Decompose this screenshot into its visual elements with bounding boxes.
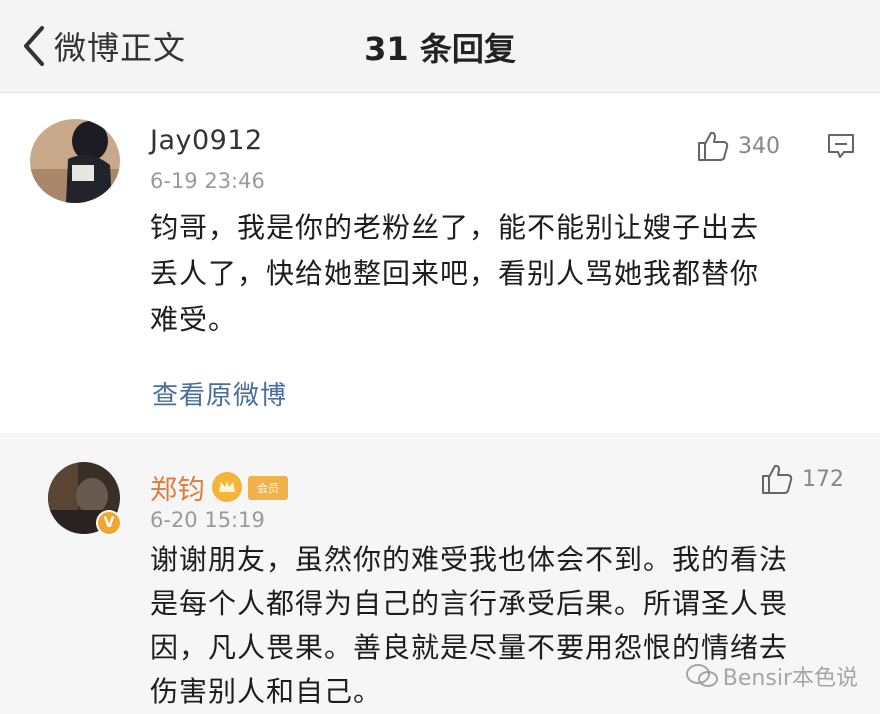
comment-text-line: 难受。 <box>150 303 238 336</box>
like-count: 340 <box>738 133 780 159</box>
top-nav-bar: 微博正文 31 条回复 <box>0 0 880 93</box>
comment-text: 钧哥，我是你的老粉丝了，能不能别让嫂子出去 丢人了，快给她整回来吧，看别人骂她我… <box>150 205 850 343</box>
watermark-text: Bensir本色说 <box>722 666 858 691</box>
comment-text-line: 钧哥，我是你的老粉丝了，能不能别让嫂子出去 <box>150 211 760 244</box>
view-original-link[interactable]: 查看原微博 <box>152 375 287 412</box>
avatar[interactable] <box>30 119 120 203</box>
vip-crown-badge <box>212 472 242 502</box>
crown-icon <box>219 481 235 492</box>
page-title: 31 条回复 <box>364 30 516 68</box>
comment-like-button[interactable]: 340 <box>696 129 780 163</box>
comment-text-line: 丢人了，快给她整回来吧，看别人骂她我都替你 <box>150 257 760 290</box>
thumbs-up-icon <box>762 464 793 494</box>
reply-like-button[interactable]: 172 <box>760 462 844 496</box>
avatar-image <box>30 119 120 203</box>
reply-text-line: 是每个人都得为自己的言行承受后果。所谓圣人畏 <box>150 587 789 620</box>
reply-timestamp: 6-20 15:19 <box>150 508 265 532</box>
like-count: 172 <box>802 466 844 492</box>
member-badge: 会员 <box>248 476 288 500</box>
verified-badge: V <box>96 510 122 536</box>
comment-card: Jay0912 6-19 23:46 340 钧哥，我是你的老粉丝了，能不能别让… <box>0 93 880 433</box>
thumbs-up-icon <box>698 131 729 161</box>
reply-username[interactable]: 郑钧 <box>150 468 205 507</box>
wechat-icon <box>685 664 718 687</box>
comment-username[interactable]: Jay0912 <box>150 125 263 156</box>
reply-text-line: 谢谢朋友，虽然你的难受我也体会不到。我的看法 <box>150 543 789 576</box>
watermark: Bensir本色说 <box>685 660 858 692</box>
comment-timestamp: 6-19 23:46 <box>150 169 265 193</box>
comment-icon <box>828 134 854 158</box>
reply-button[interactable] <box>826 131 856 165</box>
